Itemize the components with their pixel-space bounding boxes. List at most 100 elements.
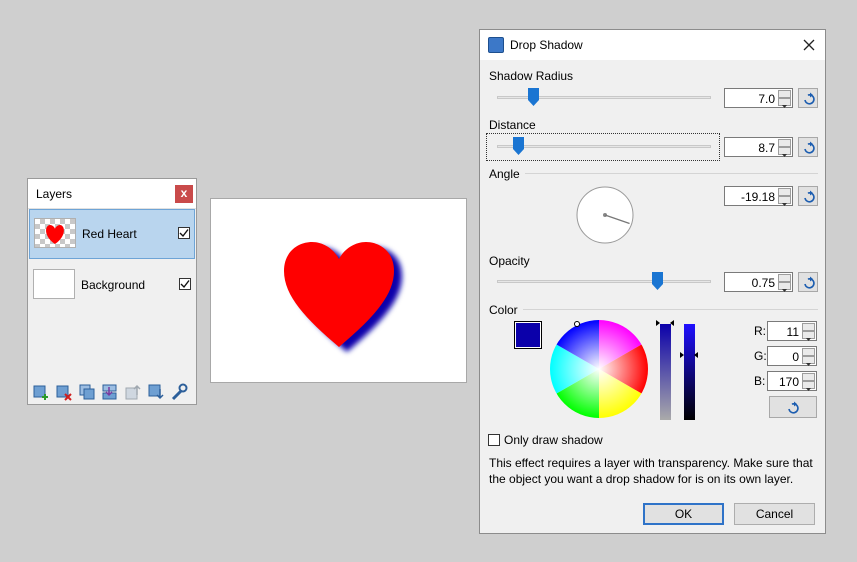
drop-shadow-dialog: Drop Shadow Shadow Radius 7.0 Distance 8…	[479, 29, 826, 534]
move-layer-down-icon[interactable]	[147, 383, 165, 401]
layer-row-background[interactable]: Background	[29, 261, 195, 311]
image-canvas[interactable]	[210, 198, 467, 383]
opacity-slider-thumb[interactable]	[652, 272, 663, 290]
layer-row-red-heart[interactable]: Red Heart	[29, 209, 195, 259]
check-icon	[179, 229, 189, 238]
cancel-button[interactable]: Cancel	[734, 503, 815, 525]
dialog-title: Drop Shadow	[510, 38, 583, 52]
opacity-input[interactable]: 0.75	[724, 272, 793, 292]
spin-down-button[interactable]	[778, 98, 791, 108]
distance-input[interactable]: 8.7	[724, 137, 793, 157]
wheel-selector[interactable]	[574, 321, 580, 327]
arrow-down-icon	[782, 105, 787, 108]
distance-value: 8.7	[758, 141, 775, 155]
check-icon	[180, 280, 190, 289]
arrow-down-icon	[782, 203, 787, 206]
color-separator	[523, 309, 818, 310]
blue-input[interactable]: 170	[767, 371, 817, 391]
color-swatch[interactable]	[514, 321, 542, 349]
color-swatch-fill	[516, 323, 540, 347]
angle-input[interactable]: -19.18	[724, 186, 793, 206]
spin-up-button[interactable]	[778, 90, 791, 101]
spin-up-button[interactable]	[802, 348, 815, 359]
heart-artwork	[284, 242, 402, 352]
green-input[interactable]: 0	[767, 346, 817, 366]
arrow-down-icon	[782, 154, 787, 157]
spin-down-button[interactable]	[802, 356, 815, 366]
shadow-radius-label: Shadow Radius	[489, 69, 574, 83]
spin-down-button[interactable]	[778, 282, 791, 292]
angle-value: -19.18	[740, 190, 775, 204]
shadow-radius-input[interactable]: 7.0	[724, 88, 793, 108]
layers-titlebar: Layers x	[28, 179, 196, 209]
info-text: This effect requires a layer with transp…	[489, 456, 813, 486]
angle-dial[interactable]	[576, 186, 634, 244]
color-wheel[interactable]	[549, 319, 649, 419]
layer-thumbnail-background	[33, 269, 75, 299]
spin-down-button[interactable]	[778, 147, 791, 157]
saturation-bar[interactable]	[656, 318, 674, 422]
opacity-slider-track[interactable]	[497, 280, 711, 283]
blue-label: B:	[754, 374, 766, 388]
spin-up-button[interactable]	[778, 274, 791, 285]
spin-down-button[interactable]	[802, 331, 815, 341]
opacity-reset-button[interactable]	[798, 272, 818, 292]
layer-visibility-checkbox[interactable]	[179, 278, 191, 290]
layer-thumbnail-red-heart	[34, 218, 76, 248]
dialog-titlebar: Drop Shadow	[480, 30, 825, 60]
value-bar[interactable]	[680, 318, 698, 422]
spin-up-button[interactable]	[778, 188, 791, 199]
distance-label: Distance	[489, 118, 536, 132]
spin-up-button[interactable]	[802, 323, 815, 334]
opacity-label: Opacity	[489, 254, 530, 268]
shadow-radius-value: 7.0	[758, 92, 775, 106]
reset-icon	[804, 276, 815, 289]
merge-layer-down-icon[interactable]	[101, 383, 119, 401]
distance-reset-button[interactable]	[798, 137, 818, 157]
red-input[interactable]: 11	[767, 321, 817, 341]
angle-separator	[525, 173, 818, 174]
spin-up-button[interactable]	[802, 373, 815, 384]
red-label: R:	[754, 324, 766, 338]
heart-thumbnail-icon	[46, 225, 64, 244]
only-draw-shadow-checkbox[interactable]	[488, 434, 500, 446]
color-label: Color	[489, 303, 518, 317]
green-label: G:	[754, 349, 767, 363]
app-icon	[488, 37, 504, 53]
shadow-radius-slider-thumb[interactable]	[527, 88, 539, 106]
reset-icon	[804, 141, 815, 154]
layer-properties-icon[interactable]	[170, 383, 188, 401]
layers-title: Layers	[36, 187, 73, 201]
angle-label: Angle	[489, 167, 520, 181]
layer-visibility-checkbox[interactable]	[178, 227, 190, 239]
arrow-down-icon	[806, 338, 811, 341]
distance-slider-track[interactable]	[497, 145, 711, 148]
spin-down-button[interactable]	[778, 196, 791, 206]
red-value: 11	[786, 325, 799, 339]
layer-name: Background	[81, 278, 146, 292]
opacity-value: 0.75	[751, 276, 775, 290]
reset-icon	[788, 401, 799, 414]
green-value: 0	[792, 350, 799, 364]
reset-icon	[804, 92, 815, 105]
angle-reset-button[interactable]	[798, 186, 818, 206]
shadow-radius-reset-button[interactable]	[798, 88, 818, 108]
only-draw-shadow-label: Only draw shadow	[504, 433, 603, 447]
arrow-down-icon	[806, 363, 811, 366]
delete-layer-icon[interactable]	[55, 383, 73, 401]
reset-icon	[804, 190, 815, 203]
move-layer-up-icon[interactable]	[124, 383, 142, 401]
spin-up-button[interactable]	[778, 139, 791, 150]
layers-close-button[interactable]: x	[175, 185, 193, 203]
add-layer-icon[interactable]	[32, 383, 50, 401]
duplicate-layer-icon[interactable]	[78, 383, 96, 401]
arrow-down-icon	[806, 388, 811, 391]
arrow-down-icon	[782, 289, 787, 292]
spin-down-button[interactable]	[802, 381, 815, 391]
color-reset-button[interactable]	[769, 396, 817, 418]
distance-slider-thumb[interactable]	[512, 137, 524, 155]
ok-button[interactable]: OK	[643, 503, 724, 525]
close-icon[interactable]	[799, 35, 819, 55]
layer-name: Red Heart	[82, 227, 137, 241]
layers-panel: Layers x Red Heart Background	[27, 178, 197, 405]
